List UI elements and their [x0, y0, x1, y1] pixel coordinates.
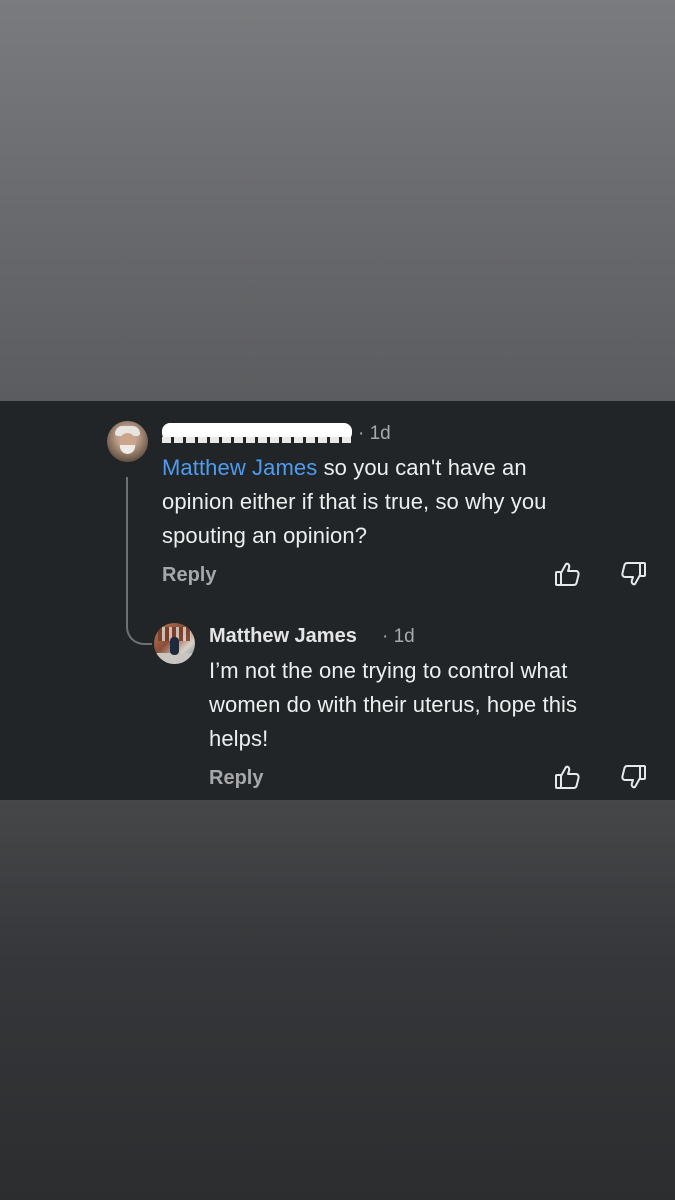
comment-1-body: Matthew James so you can't have an opini… — [162, 455, 547, 548]
thumbs-up-icon[interactable] — [553, 763, 581, 791]
comment-2-reply-button[interactable]: Reply — [209, 767, 263, 790]
comment-2-timestamp: · 1d — [382, 626, 415, 647]
avatar-commenter-1[interactable] — [107, 421, 148, 462]
mention-link[interactable]: Matthew James — [162, 455, 317, 480]
reply-thread-connector — [126, 477, 152, 645]
redacted-author-name-remnant — [162, 437, 352, 443]
avatar-matthew-james[interactable] — [154, 623, 195, 664]
bottom-backdrop — [0, 800, 675, 1200]
comment-2-author[interactable]: Matthew James — [209, 625, 357, 648]
comment-2-body: I’m not the one trying to control what w… — [209, 658, 578, 751]
thumbs-up-icon[interactable] — [553, 560, 581, 588]
comment-1-reply-button[interactable]: Reply — [162, 564, 216, 587]
top-backdrop — [0, 0, 675, 401]
comment-1-timestamp: · 1d — [358, 423, 391, 444]
thumbs-down-icon[interactable] — [620, 763, 648, 791]
comment-thread: · 1d Matthew James so you can't have an … — [0, 401, 675, 800]
thumbs-down-icon[interactable] — [620, 560, 648, 588]
